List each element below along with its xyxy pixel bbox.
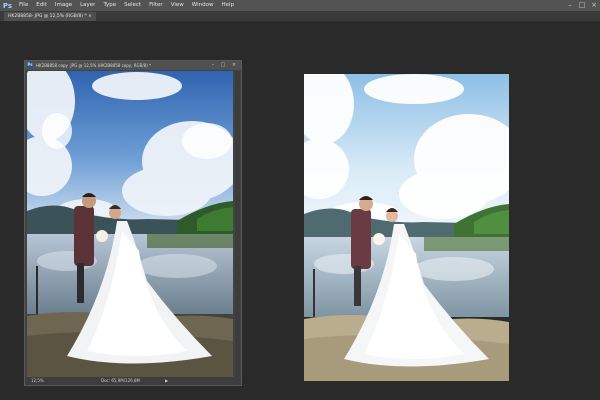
floating-document-window[interactable]: Ps HK2B8858 copy .JPG @ 12,5% (HK2B8858 … [24,60,242,386]
status-menu-arrow-icon[interactable]: ▶ [165,377,168,385]
menu-filter[interactable]: Filter [145,0,167,11]
window-maximize-icon[interactable]: □ [219,61,227,70]
menu-image[interactable]: Image [51,0,76,11]
menu-window[interactable]: Window [188,0,218,11]
wedding-photo-original[interactable] [304,74,509,381]
menu-select[interactable]: Select [120,0,145,11]
menu-bar: Ps File Edit Image Layer Type Select Fil… [0,0,600,11]
wedding-photo-edited[interactable] [27,71,233,379]
menu-edit[interactable]: Edit [32,0,51,11]
document-tab[interactable]: HK2B8858-.JPG @ 12,5% (RGB/8) * × [4,12,96,21]
vertical-scrollbar[interactable] [235,71,240,377]
close-icon[interactable]: × [588,0,600,11]
minimize-icon[interactable]: – [564,0,576,11]
photoshop-logo-icon: Ps [2,1,13,10]
window-titlebar[interactable]: Ps HK2B8858 copy .JPG @ 12,5% (HK2B8858 … [25,61,241,70]
menu-view[interactable]: View [167,0,188,11]
menu-help[interactable]: Help [217,0,238,11]
menu-file[interactable]: File [15,0,32,11]
window-minimize-icon[interactable]: – [209,61,217,70]
window-close-icon[interactable]: × [230,61,238,70]
window-title: HK2B8858 copy .JPG @ 12,5% (HK2B8858 cop… [36,63,152,68]
doc-size-info: Doc: 65,9M/126,8M [101,378,140,383]
photoshop-doc-icon: Ps [27,62,33,68]
status-bar: 12,5% Doc: 65,9M/126,8M ▶ [25,377,241,385]
document-tab-bar: HK2B8858-.JPG @ 12,5% (RGB/8) * × [0,11,600,21]
menu-layer[interactable]: Layer [76,0,99,11]
maximize-icon[interactable]: □ [576,0,588,11]
zoom-level[interactable]: 12,5% [31,377,44,385]
menu-type[interactable]: Type [99,0,120,11]
